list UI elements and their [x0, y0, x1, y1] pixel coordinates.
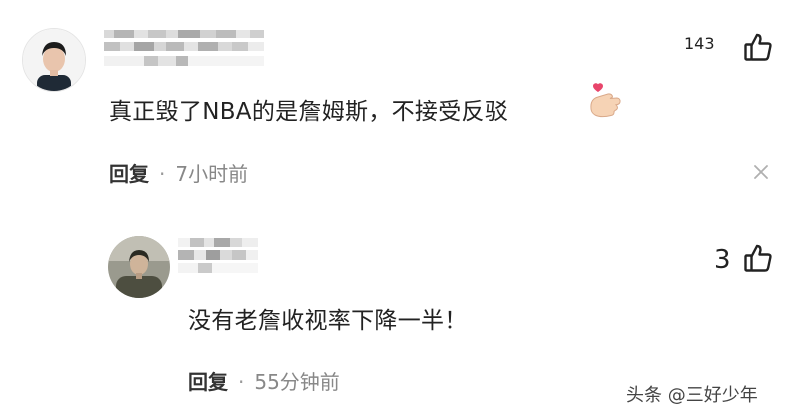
username-blurred[interactable] [178, 238, 258, 276]
comment-time: 7小时前 [175, 162, 249, 186]
meta-separator: · [159, 162, 166, 186]
comment-time: 55分钟前 [254, 370, 340, 394]
reply-button[interactable]: 回复 [109, 162, 149, 186]
thumbs-up-icon[interactable] [743, 243, 773, 277]
finger-heart-emoji [586, 82, 624, 126]
avatar[interactable] [22, 28, 86, 92]
comment-text: 真正毁了NBA的是詹姆斯，不接受反驳 [109, 92, 508, 126]
like-count: 143 [684, 34, 715, 53]
comment-body: 真正毁了NBA的是詹姆斯，不接受反驳 [109, 99, 509, 125]
avatar[interactable] [108, 236, 170, 298]
comment-meta: 回复 · 7小时前 [109, 158, 248, 187]
watermark: 头条 @三好少年 [626, 385, 758, 406]
thumbs-up-icon[interactable] [743, 32, 773, 66]
reply-button[interactable]: 回复 [188, 370, 228, 394]
comment-text: 没有老詹收视率下降一半！ [188, 301, 468, 335]
comment-meta: 回复 · 55分钟前 [188, 366, 340, 395]
like-count: 3 [714, 245, 731, 275]
username-blurred[interactable] [104, 30, 264, 70]
comment-body: 没有老詹收视率下降一半！ [188, 308, 468, 334]
meta-separator: · [238, 370, 245, 394]
close-icon[interactable] [753, 164, 769, 180]
